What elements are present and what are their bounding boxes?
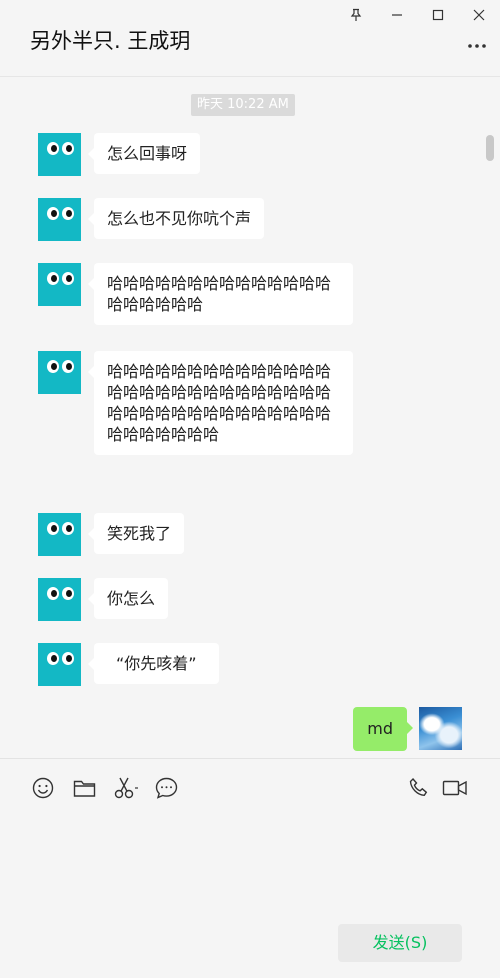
my-message-item: md bbox=[353, 707, 462, 751]
message-bubble[interactable]: 怎么回事呀 bbox=[87, 133, 201, 174]
timestamp-badge: 昨天 10:22 AM bbox=[191, 94, 295, 116]
message-list[interactable]: 昨天 10:22 AM 怎么回事呀 怎么也不见你吭个声 哈哈哈哈哈哈哈哈哈哈哈哈… bbox=[0, 78, 500, 758]
message-bubble[interactable]: 哈哈哈哈哈哈哈哈哈哈哈哈哈哈哈哈哈哈哈哈 bbox=[88, 263, 353, 325]
chat-history-icon[interactable] bbox=[153, 775, 179, 801]
minimize-icon[interactable] bbox=[384, 4, 410, 26]
maximize-icon[interactable] bbox=[425, 4, 451, 26]
contact-avatar[interactable] bbox=[38, 351, 81, 394]
folder-icon[interactable] bbox=[71, 775, 97, 801]
close-icon[interactable] bbox=[466, 4, 492, 26]
video-icon[interactable] bbox=[441, 775, 469, 801]
chat-title: 另外半只. 王成玥 bbox=[30, 29, 191, 53]
contact-avatar[interactable] bbox=[38, 198, 81, 241]
message-item: 你怎么 bbox=[38, 578, 169, 621]
contact-avatar[interactable] bbox=[38, 263, 81, 306]
my-avatar[interactable] bbox=[419, 707, 462, 750]
chat-header: 另外半只. 王成玥 bbox=[0, 0, 500, 77]
message-input[interactable] bbox=[30, 815, 470, 915]
phone-icon[interactable] bbox=[406, 775, 432, 801]
message-item: 哈哈哈哈哈哈哈哈哈哈哈哈哈哈哈哈哈哈哈哈 bbox=[38, 263, 353, 325]
contact-avatar[interactable] bbox=[38, 578, 81, 621]
more-icon[interactable] bbox=[466, 36, 488, 56]
message-bubble[interactable]: 笑死我了 bbox=[87, 513, 185, 554]
contact-avatar[interactable] bbox=[38, 643, 81, 686]
message-bubble[interactable]: 你怎么 bbox=[87, 578, 169, 619]
message-item: “你先咳着” bbox=[38, 643, 219, 686]
contact-avatar[interactable] bbox=[38, 513, 81, 556]
scissors-icon[interactable] bbox=[112, 775, 142, 801]
message-item: 怎么也不见你吭个声 bbox=[38, 198, 265, 241]
emoji-icon[interactable] bbox=[30, 775, 56, 801]
message-bubble[interactable]: 怎么也不见你吭个声 bbox=[87, 198, 265, 239]
input-area: 发送(S) bbox=[0, 758, 500, 978]
message-item: 哈哈哈哈哈哈哈哈哈哈哈哈哈哈哈哈哈哈哈哈哈哈哈哈哈哈哈哈哈哈哈哈哈哈哈哈哈哈哈哈… bbox=[38, 351, 353, 455]
message-bubble[interactable]: 哈哈哈哈哈哈哈哈哈哈哈哈哈哈哈哈哈哈哈哈哈哈哈哈哈哈哈哈哈哈哈哈哈哈哈哈哈哈哈哈… bbox=[88, 351, 353, 455]
pin-icon[interactable] bbox=[343, 4, 369, 26]
contact-avatar[interactable] bbox=[38, 133, 81, 176]
message-item: 笑死我了 bbox=[38, 513, 185, 556]
message-item: 怎么回事呀 bbox=[38, 133, 201, 176]
message-bubble[interactable]: “你先咳着” bbox=[88, 643, 219, 684]
scrollbar-thumb[interactable] bbox=[486, 135, 494, 161]
send-button[interactable]: 发送(S) bbox=[338, 924, 462, 962]
my-message-bubble[interactable]: md bbox=[353, 707, 413, 751]
